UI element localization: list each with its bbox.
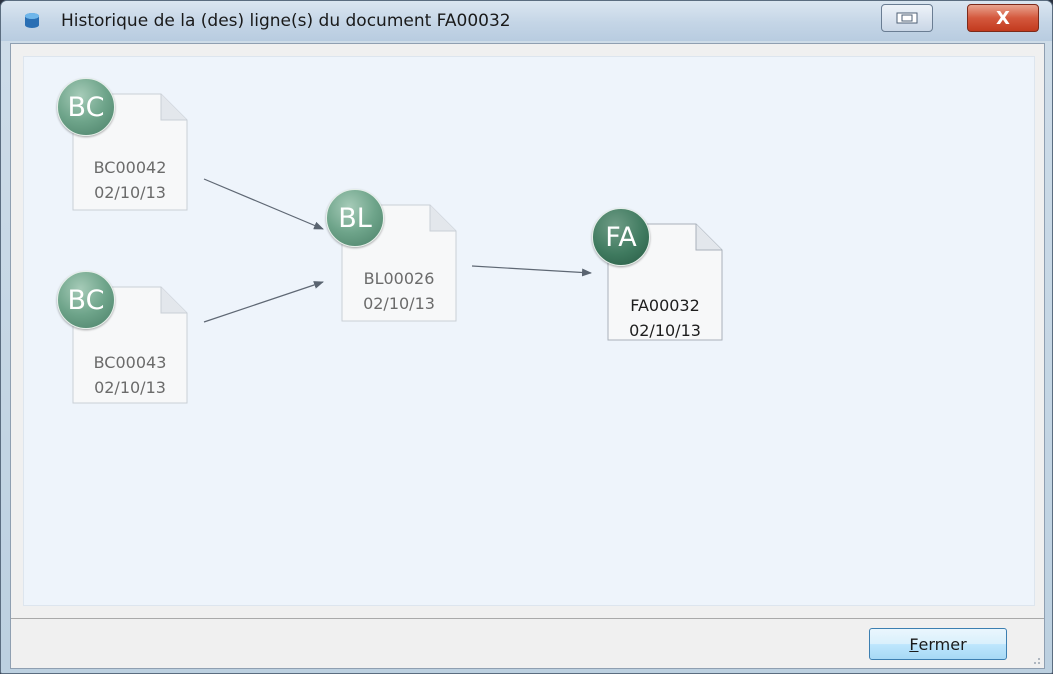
fermer-button[interactable]: Fermer: [869, 628, 1007, 660]
document-number: BC00043: [93, 353, 167, 372]
fermer-label: ermer: [918, 634, 967, 654]
document-date: 02/10/13: [94, 378, 166, 397]
window-title: Historique de la (des) ligne(s) du docum…: [61, 11, 511, 31]
document-type-badge: BL: [326, 189, 384, 247]
title-bar[interactable]: Historique de la (des) ligne(s) du docum…: [1, 1, 1052, 41]
close-window-button[interactable]: X: [967, 4, 1039, 32]
document-date: 02/10/13: [629, 321, 701, 340]
document-type-badge: FA: [592, 208, 650, 266]
link-bc00043-bl00026: [203, 281, 324, 323]
resize-grip-icon[interactable]: [1029, 653, 1041, 665]
document-node-bc00043[interactable]: BC BC00043 02/10/13: [57, 271, 189, 405]
document-date: 02/10/13: [94, 183, 166, 202]
document-node-bl00026[interactable]: BL BL00026 02/10/13: [326, 189, 458, 323]
document-number: BL00026: [363, 269, 435, 288]
document-number: FA00032: [630, 296, 700, 315]
restore-button[interactable]: [881, 4, 933, 32]
document-number: BC00042: [93, 158, 167, 177]
history-graph-canvas: BC BC00042 02/10/13 BC BC00043 02/10/13 …: [23, 56, 1035, 606]
document-type-badge: BC: [57, 78, 115, 136]
document-type-badge: BC: [57, 271, 115, 329]
close-icon: X: [996, 7, 1010, 29]
app-database-icon: [25, 13, 39, 28]
dialog-body: BC BC00042 02/10/13 BC BC00043 02/10/13 …: [10, 43, 1045, 669]
history-dialog: Historique de la (des) ligne(s) du docum…: [0, 0, 1053, 674]
document-date: 02/10/13: [363, 294, 435, 313]
link-bc00042-bl00026: [203, 178, 324, 230]
link-bl00026-fa00032: [471, 265, 592, 277]
fermer-accelerator: F: [909, 634, 919, 654]
restore-icon: [896, 12, 918, 24]
document-node-bc00042[interactable]: BC BC00042 02/10/13: [57, 78, 189, 212]
footer-divider: [11, 618, 1044, 619]
document-node-fa00032[interactable]: FA FA00032 02/10/13: [592, 208, 724, 342]
